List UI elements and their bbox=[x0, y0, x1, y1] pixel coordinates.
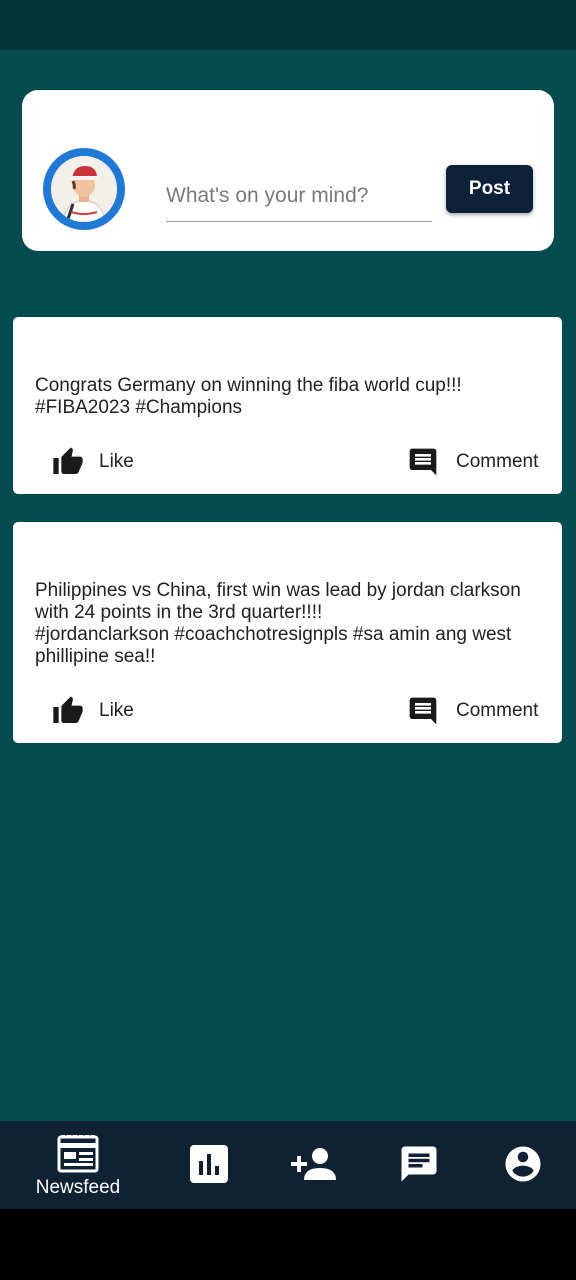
comment-button[interactable]: Comment bbox=[407, 695, 538, 727]
nav-item-add-friend[interactable] bbox=[290, 1121, 338, 1209]
add-person-icon bbox=[291, 1148, 336, 1180]
post-button[interactable]: Post bbox=[446, 165, 533, 213]
avatar[interactable] bbox=[43, 148, 125, 230]
comment-label: Comment bbox=[456, 700, 539, 721]
nav-label-newsfeed: Newsfeed bbox=[35, 1177, 121, 1198]
post-composer: Post bbox=[22, 90, 554, 251]
post-text: Congrats Germany on winning the fiba wor… bbox=[35, 375, 462, 418]
nav-item-stats[interactable] bbox=[189, 1121, 229, 1209]
comment-icon bbox=[409, 448, 437, 476]
comment-label: Comment bbox=[456, 451, 539, 472]
like-button[interactable]: Like bbox=[51, 446, 134, 478]
system-navigation-bar bbox=[0, 1209, 576, 1280]
post-input[interactable] bbox=[166, 170, 432, 222]
comment-button[interactable]: Comment bbox=[407, 446, 538, 478]
nav-item-messages[interactable] bbox=[398, 1121, 440, 1209]
thumbs-up-icon bbox=[53, 447, 83, 474]
nav-item-newsfeed[interactable]: Newsfeed bbox=[20, 1121, 136, 1209]
account-icon bbox=[505, 1146, 541, 1182]
like-label: Like bbox=[99, 700, 134, 721]
thumbs-up-icon bbox=[53, 696, 83, 723]
nav-item-profile[interactable] bbox=[502, 1121, 544, 1209]
post-card: Philippines vs China, first win was lead… bbox=[13, 522, 562, 743]
avatar-image bbox=[51, 156, 117, 222]
bar-chart-icon bbox=[190, 1145, 228, 1183]
post-text: Philippines vs China, first win was lead… bbox=[35, 580, 521, 667]
comment-icon bbox=[409, 697, 437, 725]
message-icon bbox=[401, 1146, 437, 1182]
newspaper-icon bbox=[57, 1135, 99, 1173]
status-bar bbox=[0, 0, 576, 50]
post-card: Congrats Germany on winning the fiba wor… bbox=[13, 317, 562, 494]
bottom-nav: Newsfeed bbox=[0, 1121, 576, 1209]
like-button[interactable]: Like bbox=[51, 695, 134, 727]
like-label: Like bbox=[99, 451, 134, 472]
